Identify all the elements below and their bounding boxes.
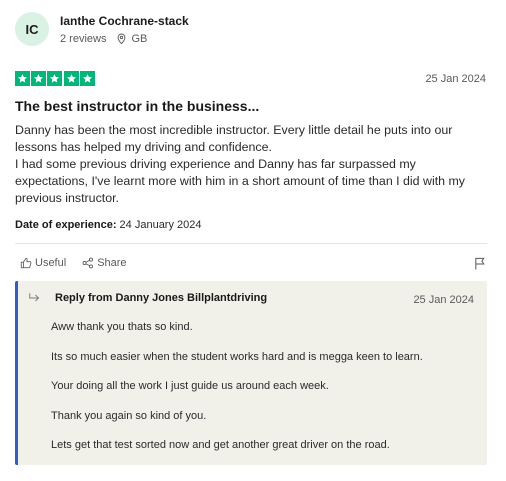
review-count: 2 reviews xyxy=(60,33,107,45)
review-paragraph: I had some previous driving experience a… xyxy=(15,157,466,205)
reply-line: Lets get that test sorted now and get an… xyxy=(51,439,390,451)
star-icon xyxy=(15,71,30,86)
reply-date: 25 Jan 2024 xyxy=(413,294,474,306)
useful-label: Useful xyxy=(35,257,67,269)
review-card: IC Ianthe Cochrane-stack 2 reviews GB 25… xyxy=(0,0,506,481)
reviewer-country: GB xyxy=(131,33,148,45)
review-actions: Useful Share xyxy=(20,257,143,269)
experience-date: 24 January 2024 xyxy=(119,219,202,231)
review-body: Danny has been the most incredible instr… xyxy=(15,122,485,207)
reply-body: Aww thank you thats so kind. Its so much… xyxy=(51,320,423,468)
reviewer-info: Ianthe Cochrane-stack 2 reviews GB xyxy=(60,13,189,45)
useful-button[interactable]: Useful xyxy=(20,257,66,269)
review-paragraph: Danny has been the most incredible instr… xyxy=(15,123,453,154)
reply-line: Aww thank you thats so kind. xyxy=(51,321,193,333)
flag-icon[interactable] xyxy=(474,257,486,270)
star-icon xyxy=(63,71,79,86)
star-icon xyxy=(31,71,47,86)
share-icon xyxy=(82,257,94,269)
location-pin-icon xyxy=(118,33,126,45)
reply-line: Its so much easier when the student work… xyxy=(51,350,423,363)
experience-label: Date of experience: xyxy=(15,219,117,231)
review-title[interactable]: The best instructor in the business... xyxy=(15,98,259,114)
star-icon xyxy=(79,71,95,86)
date-of-experience: Date of experience: 24 January 2024 xyxy=(15,219,202,231)
star-rating xyxy=(15,71,96,86)
star-icon xyxy=(47,71,63,86)
reply-line: Your doing all the work I just guide us … xyxy=(51,380,329,392)
reviewer-name[interactable]: Ianthe Cochrane-stack xyxy=(60,13,189,29)
reply-from: Reply from Danny Jones Billplantdriving xyxy=(55,292,268,304)
avatar[interactable]: IC xyxy=(15,12,49,46)
divider xyxy=(15,243,487,244)
reply-header: Reply from Danny Jones Billplantdriving xyxy=(28,292,267,304)
company-reply: Reply from Danny Jones Billplantdriving … xyxy=(15,281,487,465)
share-button[interactable]: Share xyxy=(82,257,127,269)
reviewer-header: IC Ianthe Cochrane-stack 2 reviews GB xyxy=(15,12,189,46)
share-label: Share xyxy=(97,257,127,269)
thumbs-up-icon xyxy=(20,257,32,269)
reviewer-meta: 2 reviews GB xyxy=(60,33,189,45)
review-date: 25 Jan 2024 xyxy=(425,73,486,85)
reply-arrow-icon xyxy=(29,293,40,302)
reply-line: Thank you again so kind of you. xyxy=(51,409,207,422)
